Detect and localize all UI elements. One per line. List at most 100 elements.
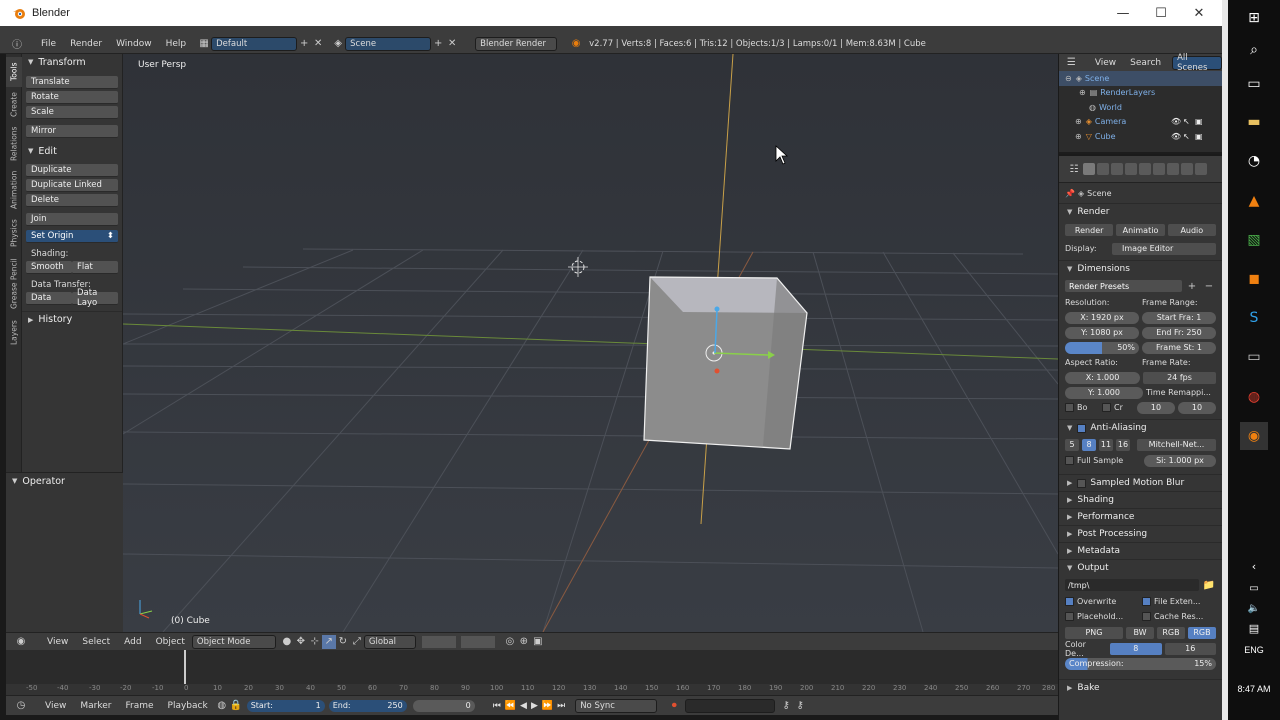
search-icon[interactable]: ⌕ [1240, 36, 1268, 64]
task-view-icon[interactable]: ▭ [1240, 70, 1268, 98]
timeline-area[interactable]: -50 -40 -30 -20 -10 0 10 20 30 40 50 60 … [6, 650, 1058, 695]
outliner-filter-select[interactable]: All Scenes [1172, 53, 1222, 73]
aa-samples-5[interactable]: 5 [1065, 438, 1079, 451]
scene-field[interactable]: Scene [345, 36, 432, 51]
paint-app-icon[interactable]: ◼ [1240, 265, 1268, 293]
color-bw-button[interactable]: BW [1126, 626, 1154, 639]
add-layout-icon[interactable]: + [297, 37, 311, 51]
current-frame-marker[interactable] [184, 650, 186, 684]
maximize-button[interactable]: ☐ [1142, 0, 1180, 26]
close-button[interactable]: ✕ [1180, 0, 1218, 26]
scale-button[interactable]: Scale [26, 106, 118, 119]
menu-timeline-view[interactable]: View [38, 701, 73, 711]
delete-keyframe-icon[interactable]: ⚷ [793, 699, 807, 713]
computer-icon[interactable]: ▭ [1240, 343, 1268, 371]
duplicate-button[interactable]: Duplicate [26, 164, 118, 177]
data-layout-button[interactable]: Data Layo [72, 288, 118, 308]
add-scene-icon[interactable]: + [431, 37, 445, 51]
tab-world[interactable] [1125, 163, 1137, 175]
menu-view[interactable]: View [40, 637, 75, 647]
display-select[interactable]: Image Editor [1112, 242, 1216, 255]
menu-marker[interactable]: Marker [73, 701, 118, 711]
chrome-icon[interactable]: ◍ [1240, 383, 1268, 411]
tab-object[interactable] [1139, 163, 1151, 175]
placeholders-checkbox[interactable] [1065, 612, 1074, 621]
panel-render[interactable]: ▼ Render [1059, 203, 1222, 220]
panel-operator[interactable]: ▼ Operator [6, 473, 123, 489]
filter-size-field[interactable]: Si: 1.000 px [1144, 454, 1216, 467]
render-animation-button[interactable]: Animatio [1116, 224, 1165, 236]
render-engine-select[interactable]: Blender Render [475, 36, 558, 51]
crop-checkbox[interactable] [1102, 403, 1111, 412]
tab-grease-pencil[interactable]: Grease Pencil [6, 253, 22, 315]
tab-render-layers[interactable] [1097, 163, 1109, 175]
autokey-scene-icon[interactable]: ◍ [215, 699, 229, 713]
notifications-icon[interactable]: ▤ [1240, 614, 1268, 642]
3d-cursor-icon[interactable] [568, 257, 588, 277]
start-frame-field[interactable]: Start: 1 [246, 699, 325, 712]
render-button[interactable]: Render [1065, 224, 1114, 236]
set-origin-select[interactable]: Set Origin ⬍ [26, 230, 118, 243]
translate-button[interactable]: Translate [26, 76, 118, 89]
orientation-select[interactable]: Global [363, 634, 416, 649]
menu-help[interactable]: Help [159, 39, 194, 49]
panel-anti-aliasing[interactable]: ▼ Anti-Aliasing [1059, 419, 1222, 436]
menu-file[interactable]: File [34, 39, 63, 49]
aa-samples-16[interactable]: 16 [1116, 438, 1130, 451]
duplicate-linked-button[interactable]: Duplicate Linked [26, 179, 118, 192]
folder-icon[interactable]: 📁 [1202, 578, 1216, 592]
resolution-x-field[interactable]: X: 1920 px [1065, 311, 1139, 324]
remove-preset-icon[interactable]: − [1202, 279, 1216, 293]
render-audio-button[interactable]: Audio [1167, 224, 1216, 236]
panel-edit[interactable]: ▼ Edit [22, 143, 122, 159]
menu-window[interactable]: Window [109, 39, 159, 49]
border-checkbox[interactable] [1065, 403, 1074, 412]
keying-set-field[interactable] [685, 698, 776, 713]
panel-post-processing[interactable]: ▶ Post Processing [1059, 525, 1222, 542]
cube-mesh[interactable] [643, 276, 808, 450]
layer-buttons[interactable] [421, 635, 495, 648]
editor-type-properties-icon[interactable]: ☷ [1067, 162, 1081, 176]
blender-taskbar-icon[interactable]: ◉ [1240, 422, 1268, 450]
manipulator-icon[interactable]: ⊹ [308, 635, 322, 649]
outliner-item-cube[interactable]: ⊕ ▽ Cube 👁 ↖ ▣ [1059, 129, 1222, 144]
menu-add[interactable]: Add [117, 637, 148, 647]
delete-button[interactable]: Delete [26, 194, 118, 207]
outliner-view-menu[interactable]: View [1088, 58, 1123, 68]
panel-history[interactable]: ▶ History [22, 311, 122, 327]
snap-icon[interactable]: ⊕ [517, 635, 531, 649]
tab-render[interactable] [1083, 163, 1095, 175]
image-app-icon[interactable]: ▧ [1240, 226, 1268, 254]
editor-type-3d-icon[interactable]: ◉ [14, 635, 28, 649]
minimize-button[interactable]: — [1104, 0, 1142, 26]
smooth-button[interactable]: Smooth [26, 261, 72, 274]
tab-relations[interactable]: Relations [6, 123, 22, 165]
skype-icon[interactable]: S [1240, 304, 1268, 332]
clock[interactable]: 8:47 AM [1228, 684, 1280, 694]
file-explorer-icon[interactable]: ▬ [1240, 108, 1268, 136]
panel-transform[interactable]: ▼ Transform [22, 54, 122, 70]
data-transfer-button[interactable]: Data [26, 292, 72, 305]
color-rgba-button[interactable]: RGB [1188, 626, 1216, 639]
panel-motion-blur[interactable]: ▶ Sampled Motion Blur [1059, 474, 1222, 491]
color-depth-16-button[interactable]: 16 [1164, 642, 1216, 655]
outliner-item-renderlayers[interactable]: ⊕ ▤ RenderLayers [1059, 86, 1222, 101]
tab-constraints[interactable] [1153, 163, 1165, 175]
remap-old-field[interactable]: 10 [1137, 401, 1175, 414]
insert-keyframe-icon[interactable]: ⚷ [779, 699, 793, 713]
tab-physics[interactable]: Physics [6, 215, 22, 251]
remove-layout-icon[interactable]: ✕ [311, 37, 325, 51]
menu-playback[interactable]: Playback [161, 701, 215, 711]
end-frame-field[interactable]: End Fr: 250 [1142, 326, 1216, 339]
color-depth-8-button[interactable]: 8 [1110, 642, 1162, 655]
layout-field[interactable]: Default [211, 36, 298, 51]
resolution-y-field[interactable]: Y: 1080 px [1065, 326, 1139, 339]
end-frame-field[interactable]: End: 250 [328, 699, 407, 712]
pivot-point-icon[interactable]: ✥ [294, 635, 308, 649]
cache-result-checkbox[interactable] [1142, 612, 1151, 621]
panel-output[interactable]: ▼ Output [1059, 559, 1222, 576]
proportional-edit-icon[interactable]: ◎ [503, 635, 517, 649]
aspect-y-field[interactable]: Y: 1.000 [1065, 386, 1143, 399]
frame-rate-select[interactable]: 24 fps [1143, 371, 1216, 384]
menu-render[interactable]: Render [63, 39, 109, 49]
